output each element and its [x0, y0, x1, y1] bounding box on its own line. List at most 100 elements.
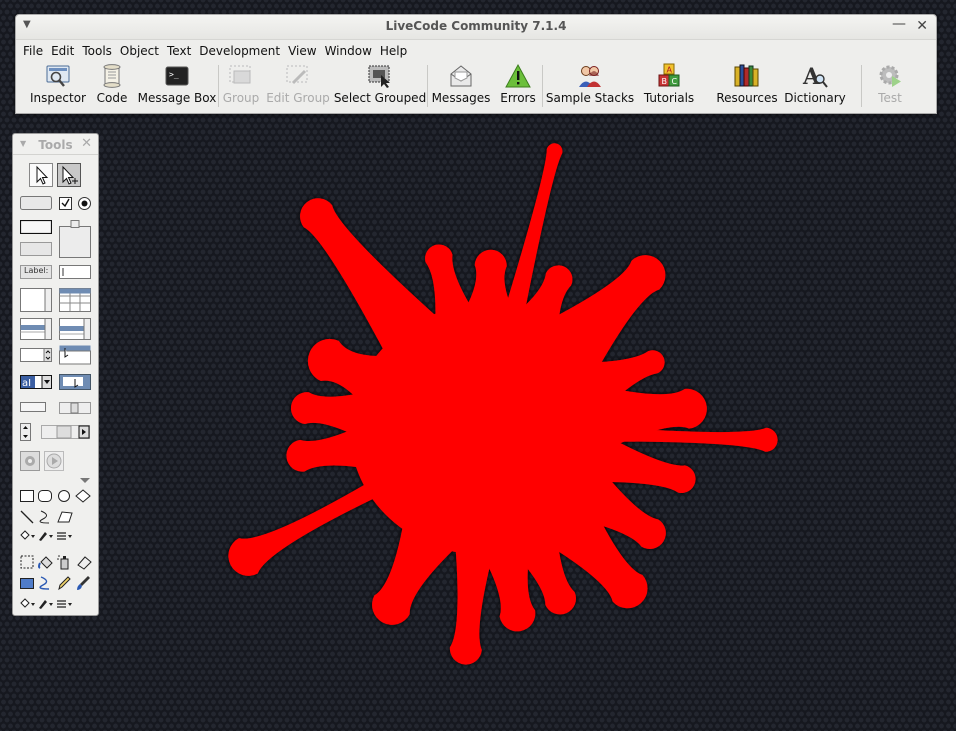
window-title: LiveCode Community 7.1.4 — [385, 19, 567, 33]
menu-object[interactable]: Object — [116, 44, 163, 58]
checkbox-tool[interactable] — [59, 197, 73, 211]
list-field-tool[interactable] — [20, 318, 52, 340]
scrollbar-tool[interactable] — [20, 402, 46, 412]
menu-panel-tool[interactable] — [59, 345, 91, 365]
select-grouped-button[interactable]: Select Grouped — [333, 61, 427, 111]
option-menu-tool[interactable]: aI — [20, 375, 52, 389]
polygon-tool[interactable] — [75, 489, 91, 503]
script-scroll-icon — [99, 63, 125, 89]
abc-blocks-icon: ABC — [656, 63, 682, 89]
toolbar: Inspector Code >_ Message Box Group Edit — [16, 61, 936, 111]
bucket-tool[interactable] — [37, 554, 55, 570]
tutorials-button[interactable]: ABC Tutorials — [637, 61, 701, 111]
menu-text[interactable]: Text — [163, 44, 195, 58]
menu-file[interactable]: File — [19, 44, 47, 58]
svg-text:A: A — [667, 66, 673, 75]
menu-window[interactable]: Window — [321, 44, 376, 58]
paint-fill-color-icon[interactable] — [19, 598, 35, 610]
line-tool[interactable] — [19, 509, 35, 525]
menu-help[interactable]: Help — [376, 44, 411, 58]
inspector-button[interactable]: Inspector — [28, 61, 88, 111]
horizontal-scrollbar-tool[interactable] — [41, 425, 91, 439]
group-button[interactable]: Group — [219, 61, 263, 111]
messages-button[interactable]: Messages — [428, 61, 494, 111]
edit-group-icon — [285, 63, 311, 89]
select-paint-tool[interactable] — [19, 554, 35, 570]
message-box-label: Message Box — [137, 91, 217, 105]
radio-button-tool[interactable] — [78, 197, 92, 211]
popup-menu-tool[interactable] — [59, 374, 91, 390]
pencil-tool[interactable] — [56, 575, 72, 591]
line-color-icon[interactable] — [37, 530, 55, 542]
rectangle-graphic-tool[interactable] — [19, 489, 35, 503]
group-label: Group — [222, 91, 260, 105]
toolbar-separator — [861, 65, 862, 107]
code-button[interactable]: Code — [88, 61, 136, 111]
code-label: Code — [96, 91, 128, 105]
splash-shape — [449, 527, 499, 665]
default-button-tool[interactable] — [20, 242, 52, 256]
sample-stacks-label: Sample Stacks — [545, 91, 635, 105]
message-box-button[interactable]: >_ Message Box — [136, 61, 218, 111]
terminal-icon: >_ — [164, 63, 190, 89]
select-grouped-label: Select Grouped — [333, 91, 427, 105]
paint-line-size-icon[interactable] — [56, 598, 74, 610]
image-tool[interactable] — [20, 451, 40, 471]
rectangle-paint-tool[interactable] — [19, 575, 35, 591]
svg-text:C: C — [672, 77, 678, 86]
scrolling-field-tool[interactable] — [20, 288, 52, 312]
edit-group-label: Edit Group — [266, 91, 330, 105]
paint-line-color-icon[interactable] — [37, 598, 55, 610]
menu-edit[interactable]: Edit — [47, 44, 78, 58]
tab-panel-tool[interactable] — [59, 220, 91, 258]
tutorials-label: Tutorials — [643, 91, 695, 105]
label-field-tool[interactable]: Label: — [20, 265, 52, 279]
pointer-tool[interactable] — [57, 163, 81, 187]
line-size-icon[interactable] — [56, 530, 74, 542]
resources-button[interactable]: Resources — [711, 61, 783, 111]
little-arrows-tool[interactable] — [20, 423, 32, 441]
combo-box-tool[interactable] — [20, 348, 52, 362]
tools-palette: ▼ Tools ✕ Label: aI — [12, 133, 99, 616]
dictionary-icon: A — [802, 63, 828, 89]
rectangle-button-tool[interactable] — [20, 220, 52, 234]
menu-tools[interactable]: Tools — [78, 44, 116, 58]
fill-color-icon[interactable] — [19, 530, 35, 542]
player-tool[interactable] — [44, 451, 64, 471]
close-button[interactable]: ✕ — [916, 18, 928, 34]
slider-tool[interactable] — [59, 402, 91, 414]
freehand-polygon-tool[interactable] — [56, 509, 74, 525]
sample-stacks-button[interactable]: Sample Stacks — [543, 61, 637, 111]
group-icon — [228, 63, 254, 89]
spray-can-tool[interactable] — [56, 554, 72, 570]
browse-tool[interactable] — [29, 163, 53, 187]
table-field-tool[interactable] — [59, 318, 91, 340]
warning-icon — [505, 63, 531, 89]
menu-bar: File Edit Tools Object Text Development … — [16, 40, 936, 61]
resources-label: Resources — [716, 91, 778, 105]
svg-text:aI: aI — [22, 378, 31, 389]
oval-tool[interactable] — [56, 489, 72, 503]
dictionary-button[interactable]: A Dictionary — [783, 61, 847, 111]
brush-tool[interactable] — [75, 575, 91, 591]
edit-group-button[interactable]: Edit Group — [263, 61, 333, 111]
main-window: ▼ LiveCode Community 7.1.4 — ✕ File Edit… — [15, 14, 937, 114]
test-button[interactable]: Test — [866, 61, 914, 111]
rounded-rectangle-tool[interactable] — [37, 489, 53, 503]
tools-close-icon[interactable]: ✕ — [81, 136, 92, 151]
eraser-tool[interactable] — [75, 554, 93, 570]
errors-button[interactable]: Errors — [494, 61, 542, 111]
menu-development[interactable]: Development — [195, 44, 284, 58]
errors-label: Errors — [500, 91, 536, 105]
dictionary-label: Dictionary — [784, 91, 846, 105]
messages-label: Messages — [431, 91, 491, 105]
menu-view[interactable]: View — [284, 44, 320, 58]
curve-tool[interactable] — [37, 509, 53, 525]
push-button-tool[interactable] — [20, 196, 52, 210]
text-field-tool[interactable] — [59, 265, 91, 279]
data-grid-tool[interactable] — [59, 288, 91, 312]
minimize-button[interactable]: — — [892, 16, 906, 32]
more-tools-chevron-icon[interactable] — [79, 477, 91, 485]
curve-paint-tool[interactable] — [37, 575, 53, 591]
tools-title-bar: ▼ Tools ✕ — [13, 134, 98, 155]
